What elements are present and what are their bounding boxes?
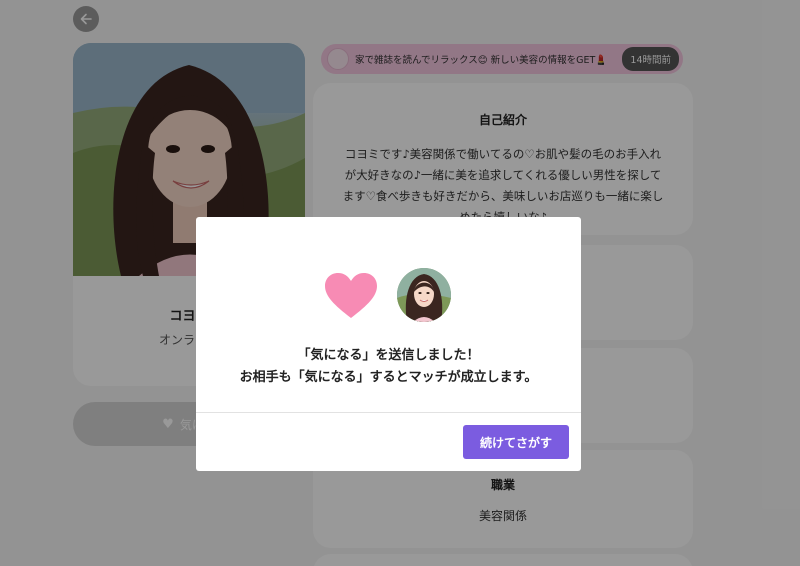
dialog-message-line1: 「気になる」を送信しました！ (297, 348, 480, 363)
partner-avatar (397, 268, 451, 322)
dialog-message: 「気になる」を送信しました！ お相手も「気になる」するとマッチが成立します。 (196, 345, 581, 389)
dialog-message-line2: お相手も「気になる」するとマッチが成立します。 (239, 370, 538, 385)
dialog-divider (196, 412, 581, 413)
continue-search-button[interactable]: 続けてさがす (463, 425, 569, 459)
dialog-icons (196, 268, 581, 322)
like-sent-dialog: 「気になる」を送信しました！ お相手も「気になる」するとマッチが成立します。 続… (196, 217, 581, 471)
heart-icon (325, 273, 377, 318)
